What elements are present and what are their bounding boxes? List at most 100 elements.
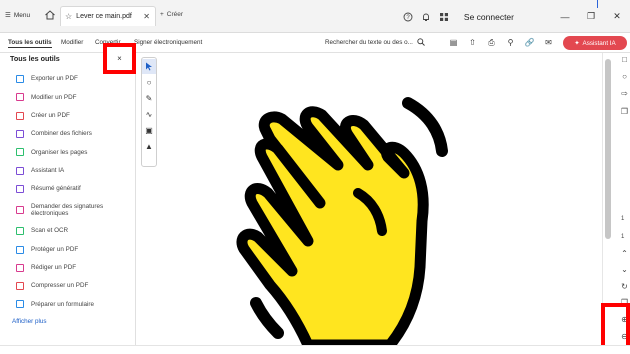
export-panel-icon[interactable]: ⇨ xyxy=(620,89,629,98)
rotate-icon[interactable]: ↻ xyxy=(620,282,629,291)
pen-icon: ✎ xyxy=(145,94,153,103)
menu-button[interactable]: ☰ Menu xyxy=(5,11,31,20)
star-icon[interactable]: ☆ xyxy=(65,12,72,21)
tool-item[interactable]: Demander des signatures électroniques xyxy=(0,198,136,222)
plus-icon: + xyxy=(160,11,164,18)
page-up-icon[interactable]: ⌃ xyxy=(620,249,629,258)
maximize-button[interactable]: ❐ xyxy=(578,11,604,22)
scrollbar-thumb[interactable] xyxy=(605,59,611,239)
hamburger-icon: ☰ xyxy=(5,12,11,19)
tool-icon xyxy=(16,263,24,272)
panel-title: Tous les outils xyxy=(10,54,60,63)
apps-grid-icon[interactable] xyxy=(438,11,450,23)
window-edge-marker xyxy=(597,0,598,8)
tool-item[interactable]: Résumé génératif xyxy=(0,180,136,198)
tool-item[interactable]: Protéger un PDF xyxy=(0,240,136,258)
cursor-icon xyxy=(146,62,152,71)
tool-label: Assistant IA xyxy=(31,166,65,174)
tool-icon xyxy=(16,245,24,254)
stamp-icon: ▲ xyxy=(145,142,153,151)
home-button[interactable] xyxy=(44,9,56,21)
title-bar: ☰ Menu ☆ Lever ce main.pdf ✕ + Créer ? S… xyxy=(0,0,630,33)
document-tab[interactable]: ☆ Lever ce main.pdf ✕ xyxy=(60,6,156,26)
sign-in-button[interactable]: Se connecter xyxy=(464,12,514,22)
tool-item[interactable]: Rédiger un PDF xyxy=(0,259,136,277)
bookmark-panel-icon[interactable]: ○ xyxy=(620,72,629,81)
select-tool-button[interactable] xyxy=(142,59,156,74)
tool-icon xyxy=(16,206,24,215)
tool-item[interactable]: Exporter un PDF xyxy=(0,70,136,88)
search-icon xyxy=(417,38,425,46)
home-icon xyxy=(45,10,55,20)
tool-label: Scan et OCR xyxy=(31,227,69,235)
menu-label: Menu xyxy=(13,11,31,19)
tool-item[interactable]: Combiner des fichiers xyxy=(0,125,136,143)
tab-title: Lever ce main.pdf xyxy=(76,13,132,20)
tool-item[interactable]: Organiser les pages xyxy=(0,143,136,161)
close-tab-icon[interactable]: ✕ xyxy=(143,12,150,21)
comment-tool-button[interactable]: ○ xyxy=(142,75,156,90)
page-down-icon[interactable]: ⌄ xyxy=(620,265,629,274)
mail-icon[interactable]: ✉ xyxy=(544,38,553,47)
find-icon[interactable]: ⚲ xyxy=(506,38,515,47)
tool-icon xyxy=(16,227,24,236)
waving-hand-image xyxy=(236,97,448,345)
notifications-icon[interactable] xyxy=(420,11,432,23)
upload-icon[interactable]: ⇧ xyxy=(468,38,477,47)
tool-icon xyxy=(16,282,24,291)
tool-label: Créer un PDF xyxy=(31,111,70,119)
all-tools-panel: Tous les outils × Exporter un PDF Modifie… xyxy=(0,43,136,345)
search-field[interactable]: Rechercher du texte ou des o... xyxy=(325,38,425,46)
text-tool-button[interactable]: ▣ xyxy=(142,123,156,138)
tool-label: Modifier un PDF xyxy=(31,93,77,101)
new-tab-label: Créer xyxy=(166,11,184,18)
comment-panel-icon[interactable]: □ xyxy=(620,55,629,64)
draw-tool-button[interactable]: ✎ xyxy=(142,91,156,106)
ai-assistant-button[interactable]: ✦ Assistant IA xyxy=(563,36,627,50)
close-window-button[interactable]: ✕ xyxy=(604,11,630,22)
tool-icon xyxy=(16,93,24,102)
tool-label: Compresser un PDF xyxy=(31,282,89,290)
tool-icon xyxy=(16,166,24,175)
tool-label: Demander des signatures électroniques xyxy=(31,202,104,218)
tool-item[interactable]: Assistant IA xyxy=(0,161,136,179)
bottom-bar xyxy=(0,345,630,354)
tool-item[interactable]: Compresser un PDF xyxy=(0,277,136,295)
tool-item[interactable]: Préparer un formulaire xyxy=(0,295,136,313)
tool-label: Exporter un PDF xyxy=(31,75,78,83)
tab-all-tools[interactable]: Tous les outils xyxy=(8,39,52,48)
document-canvas[interactable] xyxy=(158,53,602,345)
tool-label: Protéger un PDF xyxy=(31,245,79,253)
total-pages: 1 xyxy=(621,234,625,240)
stamp-tool-button[interactable]: ▲ xyxy=(142,139,156,154)
tool-label: Rédiger un PDF xyxy=(31,264,77,272)
link-icon[interactable]: 🔗 xyxy=(525,38,535,47)
tool-label: Préparer un formulaire xyxy=(31,300,94,308)
ai-sparkle-icon: ✦ xyxy=(574,39,580,47)
tool-label: Organiser les pages xyxy=(31,148,88,156)
search-placeholder: Rechercher du texte ou des o... xyxy=(325,38,413,46)
tool-item[interactable]: Modifier un PDF xyxy=(0,88,136,106)
tab-edit[interactable]: Modifier xyxy=(61,39,83,46)
show-more-link[interactable]: Afficher plus xyxy=(12,318,47,325)
comment-icon: ○ xyxy=(146,78,152,87)
highlight-tool-button[interactable]: ∿ xyxy=(142,107,156,122)
print-icon[interactable]: ⎙ xyxy=(487,38,496,47)
page-view-icon[interactable]: ▤ xyxy=(449,38,458,47)
tool-icon xyxy=(16,111,24,120)
minimize-button[interactable]: — xyxy=(552,12,578,22)
tool-item[interactable]: Créer un PDF xyxy=(0,107,136,125)
tool-item[interactable]: Scan et OCR xyxy=(0,222,136,240)
new-tab-button[interactable]: + Créer xyxy=(160,11,183,18)
zoom-controls-highlight xyxy=(601,303,630,351)
help-icon[interactable]: ? xyxy=(402,11,414,23)
tools-list: Exporter un PDF Modifier un PDF Créer un P… xyxy=(0,70,136,314)
tools-toolbar: Tous les outils Modifier Convertir Signe… xyxy=(0,33,630,53)
ai-assistant-label: Assistant IA xyxy=(582,39,616,47)
tool-label: Combiner des fichiers xyxy=(31,130,92,138)
highlighter-icon: ∿ xyxy=(145,110,153,119)
tab-e-sign[interactable]: Signer électroniquement xyxy=(134,39,202,46)
pages-panel-icon[interactable]: ❐ xyxy=(620,107,629,116)
current-page-number[interactable]: 1 xyxy=(621,216,624,222)
close-icon: × xyxy=(117,54,122,63)
